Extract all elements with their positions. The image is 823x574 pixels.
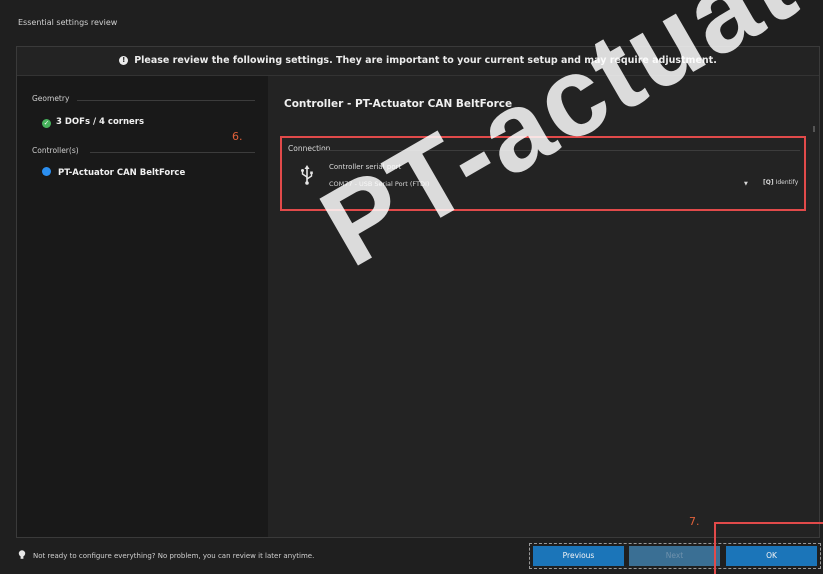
previous-button[interactable]: Previous <box>533 546 624 566</box>
identify-label: Identify <box>775 179 799 186</box>
geometry-divider <box>77 100 255 101</box>
footer-hint: Not ready to configure everything? No pr… <box>33 552 315 560</box>
geometry-heading: Geometry <box>32 94 70 103</box>
status-dot-icon <box>42 167 51 176</box>
settings-category-panel: Geometry ✓ 3 DOFs / 4 corners Controller(… <box>17 76 267 537</box>
connection-heading: Connection <box>288 144 331 153</box>
ok-highlight-box <box>714 522 823 574</box>
geometry-item[interactable]: ✓ 3 DOFs / 4 corners <box>42 117 144 128</box>
settings-review-window: Essential settings review ! Please review… <box>0 0 823 574</box>
identify-button[interactable]: [Q] Identify <box>759 176 802 190</box>
controllers-divider <box>90 152 255 153</box>
identify-icon: [Q] <box>763 179 774 186</box>
lightbulb-icon <box>18 550 26 559</box>
scrollbar[interactable] <box>813 126 815 132</box>
geometry-item-label: 3 DOFs / 4 corners <box>56 117 145 127</box>
chevron-down-icon[interactable]: ▼ <box>744 178 748 190</box>
controller-item-label: PT-Actuator CAN BeltForce <box>58 168 186 178</box>
controller-item[interactable]: PT-Actuator CAN BeltForce <box>42 167 185 178</box>
check-circle-icon: ✓ <box>42 119 51 128</box>
window-title: Essential settings review <box>18 18 118 27</box>
annotation-step-6: 6. <box>232 130 243 143</box>
controllers-heading: Controller(s) <box>32 146 79 155</box>
info-icon: ! <box>119 56 129 65</box>
annotation-step-7: 7. <box>689 515 700 528</box>
next-button[interactable]: Next <box>629 546 720 566</box>
